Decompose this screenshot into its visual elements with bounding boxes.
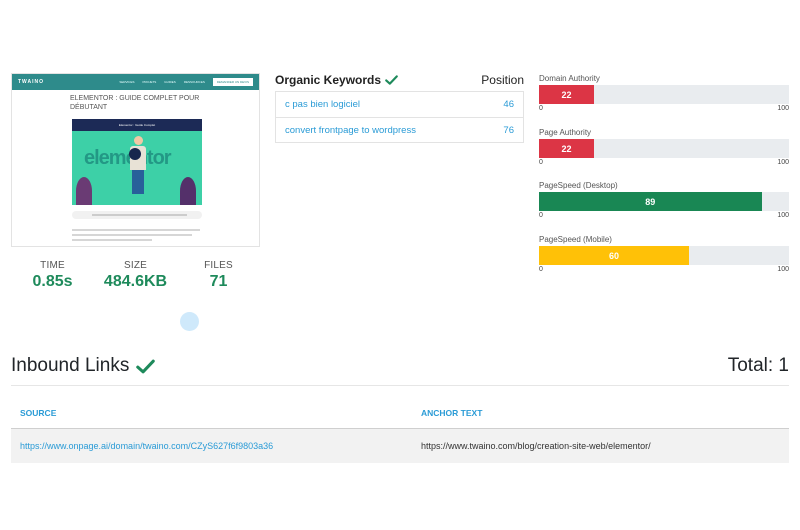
metric-track: 22 (539, 85, 789, 104)
metric-min: 0 (539, 212, 543, 219)
thumbnail-cta: DEMANDER UN DEVIS (212, 78, 253, 86)
metric-bar: 60 (539, 246, 689, 265)
column-header-source[interactable]: SOURCE (11, 408, 421, 418)
metric-bar: 22 (539, 85, 594, 104)
stat-value: 0.85s (32, 273, 73, 290)
plant-illustration (76, 177, 92, 205)
stat-files: FILES 71 (177, 260, 260, 291)
thumbnail-menu: SERVICES PROJETS GUIDES RESSOURCES DEMAN… (119, 78, 253, 86)
plant-illustration (180, 177, 196, 205)
thumbnail-menu-item: GUIDES (164, 80, 176, 84)
keyword-row[interactable]: c pas bien logiciel 46 (276, 92, 523, 117)
text-line (72, 229, 200, 231)
metric-min: 0 (539, 266, 543, 273)
metric-label: Domain Authority (539, 74, 600, 83)
metric-track: 22 (539, 139, 789, 158)
thumbnail-menu-item: RESSOURCES (183, 80, 205, 84)
stat-time: TIME 0.85s (11, 260, 94, 291)
position-column-label: Position (481, 73, 524, 87)
metric-scale: 0 100 (539, 105, 789, 112)
metric-label: PageSpeed (Mobile) (539, 235, 612, 244)
metric-bar: 22 (539, 139, 594, 158)
keyword-position: 46 (503, 99, 514, 110)
metric-max: 100 (777, 266, 789, 273)
metric-pagespeed-mobile: PageSpeed (Mobile) 60 0 100 (539, 235, 789, 273)
metric-min: 0 (539, 105, 543, 112)
metric-track: 60 (539, 246, 789, 265)
inbound-links-total: Total: 1 (727, 355, 789, 376)
stat-value: 484.6KB (103, 273, 168, 290)
thumbnail-hero-header: Elementor : Guide Complet (72, 119, 202, 131)
keyword-link[interactable]: c pas bien logiciel (285, 99, 360, 110)
stat-label: SIZE (123, 260, 148, 271)
keywords-header: Organic Keywords Position (275, 73, 524, 87)
thumbnail-menu-item: PROJETS (142, 80, 157, 84)
thumbnail-hero-heading: Elementor : Guide Complet (118, 123, 156, 127)
elementor-logo-icon (129, 148, 141, 160)
thumbnail-hero-image: Elementor : Guide Complet elementor (72, 119, 202, 205)
keywords-title: Organic Keywords (275, 73, 398, 87)
inbound-links-table: SOURCE ANCHOR TEXT https://www.onpage.ai… (11, 397, 789, 463)
metric-label: PageSpeed (Desktop) (539, 181, 618, 190)
stat-label: FILES (204, 260, 233, 271)
table-row: https://www.onpage.ai/domain/twaino.com/… (11, 429, 789, 463)
divider (11, 385, 789, 386)
person-illustration (130, 136, 146, 196)
metric-max: 100 (777, 159, 789, 166)
keyword-row[interactable]: convert frontpage to wordpress 76 (276, 117, 523, 142)
metric-max: 100 (777, 105, 789, 112)
thumbnail-navbar: TWAINO SERVICES PROJETS GUIDES RESSOURCE… (12, 74, 259, 90)
inbound-links-title-text: Inbound Links (11, 355, 130, 376)
source-link[interactable]: https://www.onpage.ai/domain/twaino.com/… (11, 441, 421, 451)
check-icon (136, 359, 156, 373)
stat-size: SIZE 484.6KB (94, 260, 177, 291)
metric-page-authority: Page Authority 22 0 100 (539, 128, 789, 166)
metric-domain-authority: Domain Authority 22 0 100 (539, 74, 789, 112)
thumbnail-page-title: ELEMENTOR : GUIDE COMPLET POUR DÉBUTANT (70, 95, 200, 111)
stat-label: TIME (40, 260, 65, 271)
column-header-anchor[interactable]: ANCHOR TEXT (421, 408, 789, 418)
metric-min: 0 (539, 159, 543, 166)
metric-max: 100 (777, 212, 789, 219)
metric-scale: 0 100 (539, 159, 789, 166)
table-header: SOURCE ANCHOR TEXT (11, 397, 789, 429)
metric-scale: 0 100 (539, 212, 789, 219)
check-icon (385, 75, 398, 85)
loading-indicator (180, 312, 199, 331)
site-screenshot: TWAINO SERVICES PROJETS GUIDES RESSOURCE… (11, 73, 260, 247)
audio-player (72, 211, 202, 219)
text-line (72, 239, 152, 241)
inbound-links-title: Inbound Links (11, 355, 156, 377)
metric-scale: 0 100 (539, 266, 789, 273)
thumbnail-hero-word: elementor (84, 147, 172, 169)
metric-track: 89 (539, 192, 789, 211)
inbound-links-header: Inbound Links Total: 1 (11, 355, 789, 377)
metric-bar: 89 (539, 192, 762, 211)
thumbnail-menu-item: SERVICES (119, 80, 135, 84)
text-line (72, 234, 192, 236)
keyword-position: 76 (503, 124, 514, 136)
metric-pagespeed-desktop: PageSpeed (Desktop) 89 0 100 (539, 181, 789, 219)
metric-label: Page Authority (539, 128, 592, 137)
page-stats: TIME 0.85s SIZE 484.6KB FILES 71 (11, 260, 260, 291)
stat-value: 71 (209, 273, 228, 290)
thumbnail-logo: TWAINO (18, 79, 44, 85)
anchor-text: https://www.twaino.com/blog/creation-sit… (421, 441, 651, 451)
keyword-link[interactable]: convert frontpage to wordpress (285, 125, 416, 136)
keywords-title-text: Organic Keywords (275, 73, 382, 87)
keywords-table: c pas bien logiciel 46 convert frontpage… (275, 91, 524, 143)
